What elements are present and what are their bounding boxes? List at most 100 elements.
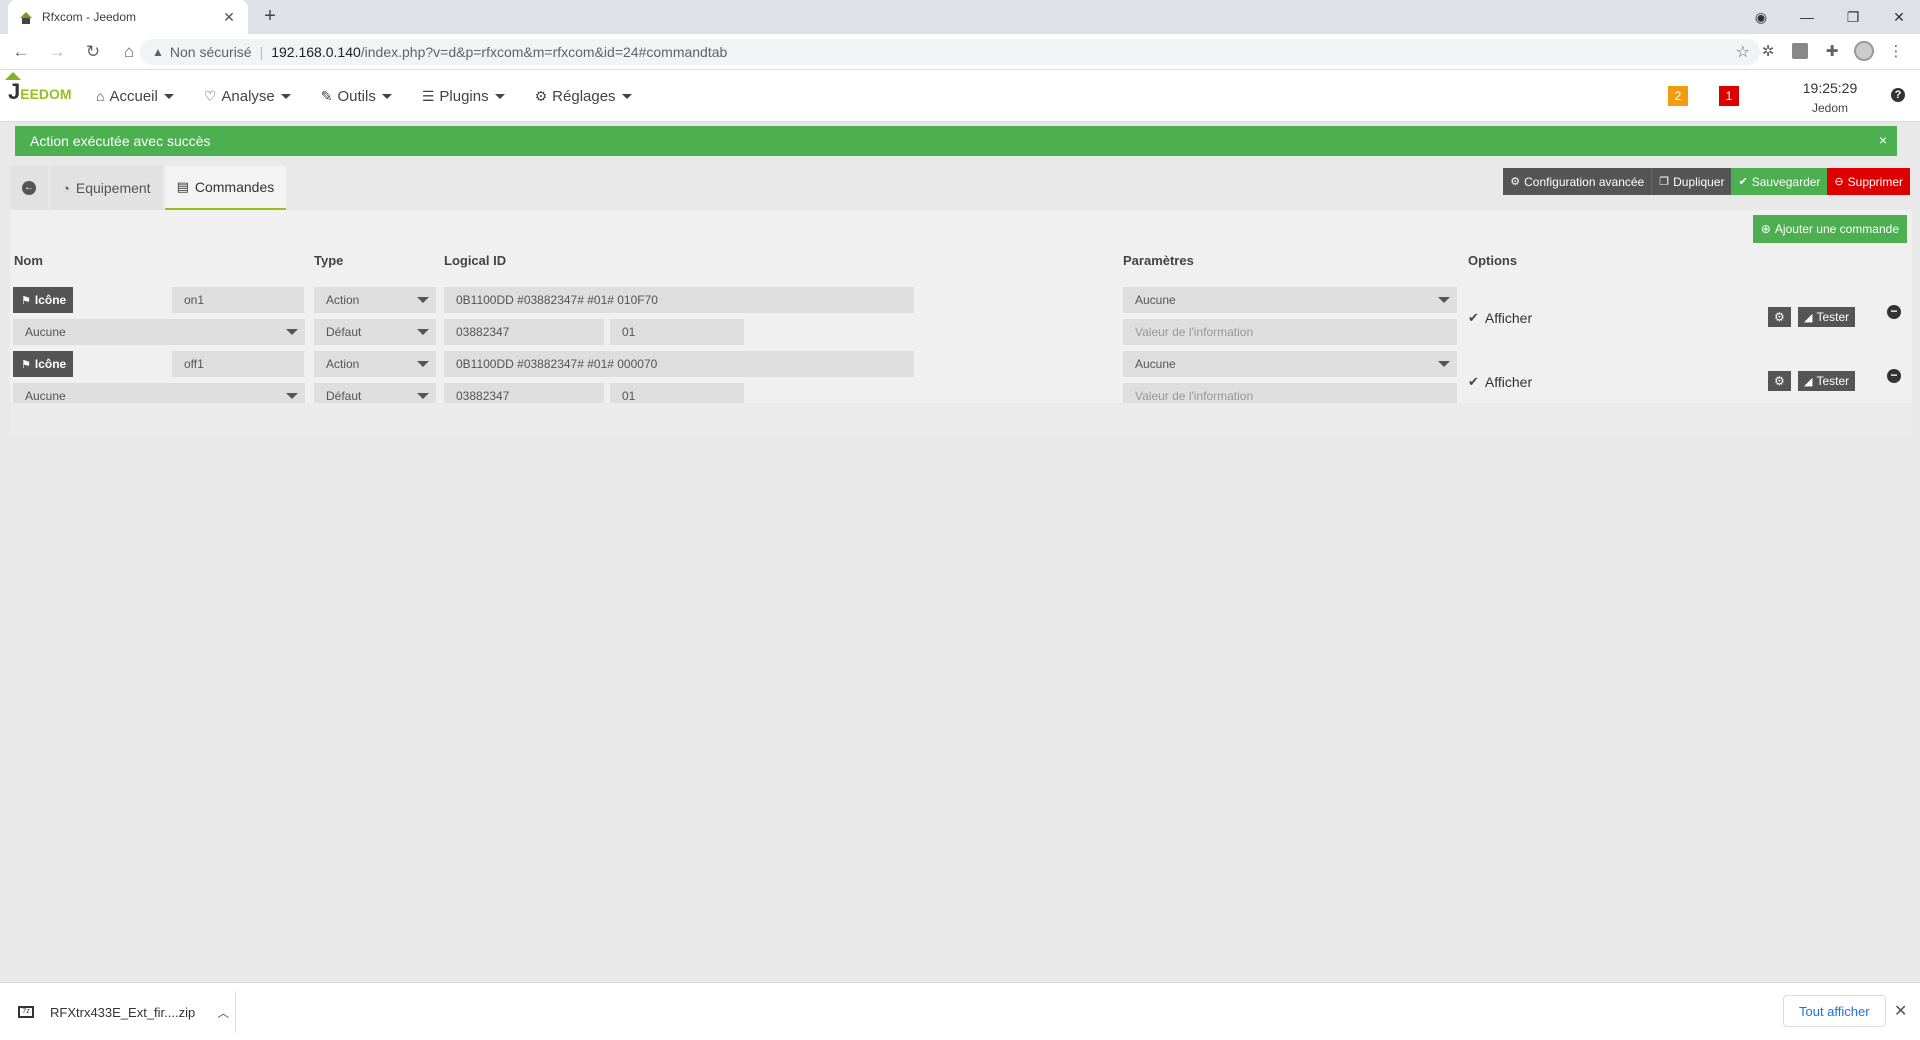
menu-outils[interactable]: ✎ Outils: [321, 88, 392, 105]
advanced-config-button[interactable]: ⚙ Configuration avancée: [1503, 168, 1652, 195]
extension-icons: ✲ ✚ ⋮: [1758, 41, 1906, 61]
caret-down-icon: [494, 93, 505, 99]
cogs-icon: ⚙: [1774, 374, 1785, 388]
type-select[interactable]: Action: [314, 287, 436, 313]
url-field[interactable]: ▲ Non sécurisé | 192.168.0.140 /index.ph…: [140, 39, 1760, 65]
caret-down-icon: [381, 93, 392, 99]
jeedom-favicon-icon: [18, 9, 34, 25]
url-path: /index.php?v=d&p=rfxcom&m=rfxcom&id=24#c…: [360, 44, 728, 60]
caret-down-icon: [286, 329, 298, 335]
restore-icon[interactable]: ❐: [1830, 9, 1876, 26]
list-alt-icon: ▤: [176, 179, 189, 194]
caret-down-icon: [417, 393, 429, 399]
window-controls: ◉ — ❐ ✕: [1738, 0, 1920, 34]
duplicate-button[interactable]: ❐ Dupliquer: [1651, 168, 1732, 195]
profile-avatar-icon[interactable]: [1854, 41, 1874, 61]
command-name-input[interactable]: off1: [172, 351, 304, 377]
shelf-divider: [235, 991, 236, 1033]
header-parametres: Paramètres: [1123, 253, 1194, 268]
url-host: 192.168.0.140: [271, 44, 361, 60]
parameter-select[interactable]: Aucune: [1123, 287, 1457, 313]
error-count-badge[interactable]: 1: [1719, 86, 1739, 106]
menu-reglages[interactable]: ⚙ Réglages: [535, 88, 632, 105]
close-shelf-icon[interactable]: ✕: [1894, 1001, 1907, 1021]
command-config-button[interactable]: ⚙: [1768, 307, 1791, 327]
chevron-up-icon[interactable]: ︿: [217, 1004, 229, 1021]
list-icon: ☰: [421, 87, 435, 104]
reload-icon[interactable]: ↻: [78, 37, 108, 67]
download-shelf: 7z RFXtrx433E_Ext_fir....zip ︿ Tout affi…: [0, 982, 1920, 1040]
check-circle-icon: ✔: [1738, 176, 1748, 188]
caret-down-icon: [417, 297, 429, 303]
warning-count-badge[interactable]: 2: [1668, 86, 1688, 106]
new-tab-button[interactable]: +: [258, 5, 282, 29]
save-button[interactable]: ✔ Sauvegarder: [1731, 168, 1828, 195]
delete-button[interactable]: ⊖ Supprimer: [1827, 168, 1910, 195]
header-options: Options: [1468, 253, 1518, 268]
parameter-select[interactable]: Aucune: [1123, 351, 1457, 377]
menu-accueil[interactable]: ⌂ Accueil: [96, 88, 174, 105]
id1-input[interactable]: 03882347: [444, 319, 604, 345]
copy-icon: ❐: [1659, 176, 1670, 188]
gear-icon: ⚙: [534, 87, 548, 104]
puzzle-icon[interactable]: ✚: [1822, 41, 1842, 61]
alert-close-icon[interactable]: ×: [1879, 132, 1887, 148]
back-icon[interactable]: ←: [6, 37, 36, 67]
remove-command-icon[interactable]: −: [1887, 369, 1901, 383]
jeedom-logo[interactable]: J EEDOM: [4, 72, 72, 105]
menu-analyse[interactable]: ♡ Analyse: [204, 88, 291, 105]
back-button[interactable]: ←: [10, 166, 48, 210]
command-name-input[interactable]: on1: [172, 287, 304, 313]
close-tab-icon[interactable]: ✕: [220, 9, 238, 26]
afficher-checkbox[interactable]: ✔ Afficher: [1468, 310, 1532, 326]
security-label: Non sécurisé: [169, 44, 252, 60]
browser-tabbar: Rfxcom - Jeedom ✕ + ◉ — ❐ ✕: [0, 0, 1920, 34]
caret-down-icon: [417, 361, 429, 367]
success-alert: Action exécutée avec succès ×: [15, 126, 1897, 156]
type-select[interactable]: Action: [314, 351, 436, 377]
extension-icon[interactable]: ✲: [1758, 41, 1778, 61]
check-icon: ✔: [1468, 374, 1479, 389]
profile-dropdown-icon[interactable]: ◉: [1738, 9, 1784, 26]
forward-icon[interactable]: →: [42, 37, 72, 67]
url-separator: |: [259, 44, 264, 60]
clock-time: 19:25:29: [1802, 80, 1858, 96]
remove-command-icon[interactable]: −: [1887, 305, 1901, 319]
extension-square-icon[interactable]: [1790, 41, 1810, 61]
download-item[interactable]: 7z RFXtrx433E_Ext_fir....zip ︿: [18, 983, 229, 1040]
choose-icon-button[interactable]: ⚑ Icône: [13, 351, 73, 377]
show-all-downloads-button[interactable]: Tout afficher: [1783, 995, 1886, 1027]
user-name[interactable]: Jedom: [1790, 98, 1870, 118]
bookmark-star-icon[interactable]: ☆: [1736, 42, 1750, 62]
add-command-button[interactable]: ⊕ Ajouter une commande: [1752, 215, 1907, 243]
arrow-circle-left-icon: ←: [22, 181, 36, 195]
logical-id-input[interactable]: 0B1100DD #03882347# #01# 010F70: [444, 287, 914, 313]
choose-icon-button[interactable]: ⚑ Icône: [13, 287, 73, 313]
tab-equipement[interactable]: ◔ Equipement: [50, 166, 163, 210]
test-button[interactable]: ◢ Tester: [1798, 307, 1856, 327]
command-config-button[interactable]: ⚙: [1768, 371, 1791, 391]
kebab-menu-icon[interactable]: ⋮: [1886, 41, 1906, 61]
commands-panel: ⊕ Ajouter une commande Nom Type Logical …: [10, 210, 1912, 435]
close-window-icon[interactable]: ✕: [1876, 9, 1920, 26]
id2-input[interactable]: 01: [610, 319, 744, 345]
logical-id-input[interactable]: 0B1100DD #03882347# #01# 000070: [444, 351, 914, 377]
clock: 19:25:29 Jedom: [1790, 78, 1870, 118]
help-icon[interactable]: ?: [1891, 88, 1905, 102]
caret-down-icon: [280, 93, 291, 99]
value-select[interactable]: Aucune: [13, 319, 305, 345]
afficher-checkbox[interactable]: ✔ Afficher: [1468, 374, 1532, 390]
subtype-select[interactable]: Défaut: [314, 319, 436, 345]
caret-down-icon: [286, 393, 298, 399]
caret-down-icon: [1438, 361, 1450, 367]
tab-commandes[interactable]: ▤ Commandes: [164, 166, 287, 210]
browser-tab[interactable]: Rfxcom - Jeedom ✕: [8, 0, 248, 34]
rss-icon: ◢: [1804, 375, 1813, 388]
minimize-icon[interactable]: —: [1784, 9, 1830, 25]
menu-plugins[interactable]: ☰ Plugins: [422, 88, 505, 105]
address-bar: ← → ↻ ⌂ ▲ Non sécurisé | 192.168.0.140 /…: [0, 34, 1920, 70]
equipment-actions: ⚙ Configuration avancée ❐ Dupliquer ✔ Sa…: [1503, 168, 1910, 195]
equipment-tabs: ← ◔ Equipement ▤ Commandes: [10, 166, 288, 210]
info-value-input[interactable]: Valeur de l'information: [1123, 319, 1457, 345]
test-button[interactable]: ◢ Tester: [1798, 371, 1856, 391]
